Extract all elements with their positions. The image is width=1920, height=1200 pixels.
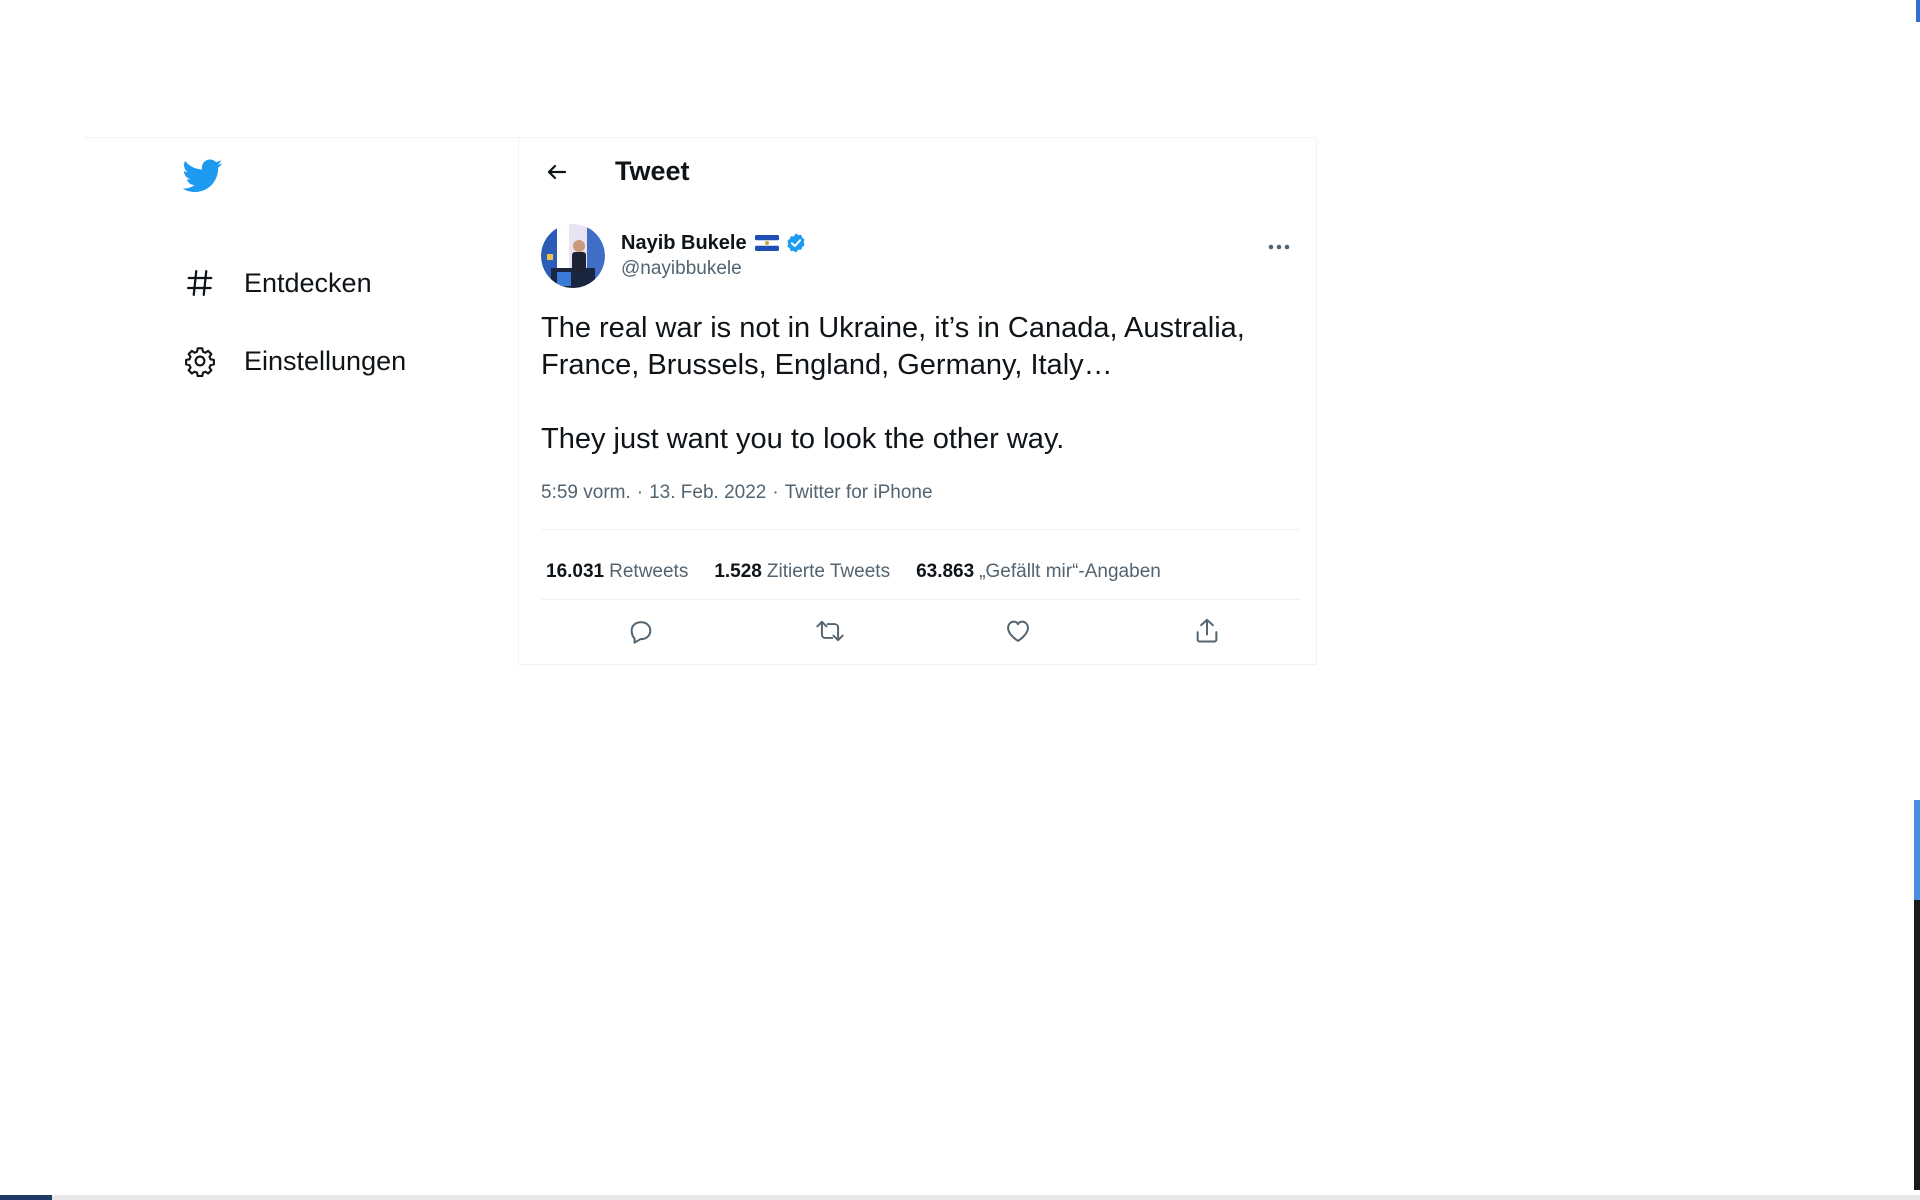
taskbar: [0, 1195, 1920, 1200]
ellipsis-icon: [1268, 244, 1290, 250]
likes-count: 63.863: [916, 561, 975, 582]
verified-badge-icon: [785, 232, 807, 254]
retweet-button[interactable]: [805, 606, 855, 656]
tweet-metadata: 5:59 vorm. · 13. Feb. 2022 · Twitter for iPh…: [541, 482, 933, 504]
column-header: Tweet: [519, 138, 1316, 208]
retweets-count: 16.031: [546, 561, 605, 582]
retweets-label: Retweets: [609, 561, 689, 582]
sidebar-item-label: Einstellungen: [244, 345, 407, 376]
separator: ·: [636, 482, 644, 503]
scrollbar-top-marker: [1916, 0, 1920, 22]
page-title: Tweet: [615, 156, 690, 186]
tweet-text: The real war is not in Ukraine, it’s in …: [541, 310, 1301, 458]
tweet-text-paragraph: They just want you to look the other way…: [541, 423, 1065, 455]
retweets-stat[interactable]: 16.031 Retweets: [546, 561, 688, 583]
tweet-time[interactable]: 5:59 vorm.: [541, 482, 631, 503]
separator: ·: [772, 482, 779, 503]
tweet-actions: [541, 606, 1300, 656]
likes-label: „Gefällt mir“-Angaben: [979, 561, 1161, 582]
tweet-text-paragraph: The real war is not in Ukraine, it’s in …: [541, 312, 1245, 381]
sidebar: Entdecken Einstellungen: [84, 138, 518, 658]
gear-icon: [183, 344, 217, 378]
hashtag-icon: [183, 266, 217, 300]
quotes-label: Zitierte Tweets: [766, 561, 891, 582]
heart-icon: [1007, 620, 1029, 642]
avatar[interactable]: [541, 224, 605, 288]
tweet-column: Tweet Nayib Bukele @nayibbukele The real…: [518, 138, 1317, 665]
scrollbar-track: [1914, 900, 1920, 1190]
scrollbar-thumb[interactable]: [1914, 800, 1920, 900]
share-button[interactable]: [1182, 606, 1232, 656]
twitter-bird-icon[interactable]: [182, 159, 223, 193]
more-options-button[interactable]: [1259, 232, 1299, 262]
sidebar-item-einstellungen[interactable]: Einstellungen: [183, 333, 406, 389]
sidebar-item-label: Entdecken: [244, 267, 372, 298]
el-salvador-flag-icon: [754, 235, 779, 251]
reply-button[interactable]: [616, 606, 666, 656]
reply-icon: [630, 621, 652, 644]
share-icon: [1196, 618, 1218, 643]
arrow-left-icon: [547, 164, 567, 180]
tweet-date[interactable]: 13. Feb. 2022: [649, 482, 766, 503]
back-button[interactable]: [537, 152, 577, 192]
page: Entdecken Einstellungen Tweet Nayib Buke…: [0, 0, 1920, 1200]
likes-stat[interactable]: 63.863 „Gefällt mir“-Angaben: [916, 561, 1161, 583]
divider: [541, 529, 1300, 530]
sidebar-item-entdecken[interactable]: Entdecken: [183, 255, 372, 311]
quote-tweets-stat[interactable]: 1.528 Zitierte Tweets: [714, 561, 890, 583]
like-button[interactable]: [993, 606, 1043, 656]
quotes-count: 1.528: [714, 561, 762, 582]
tweet-author: Nayib Bukele @nayibbukele: [621, 230, 807, 280]
tweet-source[interactable]: Twitter for iPhone: [785, 482, 933, 503]
author-name[interactable]: Nayib Bukele: [621, 232, 747, 255]
author-handle[interactable]: @nayibbukele: [621, 258, 807, 280]
divider: [541, 599, 1300, 600]
taskbar-start[interactable]: [0, 1195, 52, 1200]
retweet-icon: [816, 620, 844, 642]
tweet-stats: 16.031 Retweets 1.528 Zitierte Tweets 63.8…: [546, 552, 1187, 592]
